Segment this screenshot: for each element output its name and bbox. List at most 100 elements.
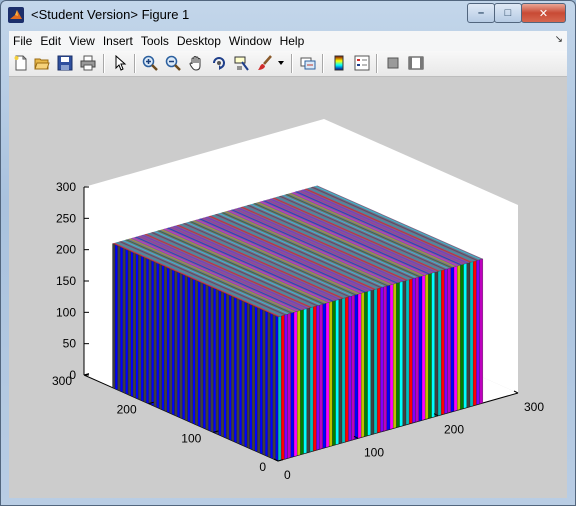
- bar-side: [112, 243, 116, 390]
- bar-front: [357, 293, 362, 439]
- bar-side: [202, 283, 206, 430]
- minimize-button[interactable]: –: [467, 3, 495, 23]
- bar-side: [135, 253, 139, 400]
- bar-front: [297, 310, 301, 456]
- bar-side: [218, 290, 222, 437]
- bar-side: [241, 300, 245, 447]
- menu-view[interactable]: View: [65, 34, 99, 48]
- menu-help[interactable]: Help: [276, 34, 309, 48]
- bar-side: [140, 255, 144, 402]
- legend-icon[interactable]: [353, 54, 371, 72]
- bar-side: [228, 294, 232, 441]
- toolbar-separator: [322, 54, 324, 73]
- bar-side: [187, 276, 191, 423]
- zoom-out-icon[interactable]: [164, 54, 182, 72]
- bar-front: [437, 270, 442, 416]
- x-tick-label: 0: [284, 468, 291, 482]
- bar-front: [341, 297, 346, 444]
- bar-front: [479, 258, 483, 405]
- bar-front: [370, 289, 375, 435]
- maximize-button[interactable]: □: [494, 3, 522, 23]
- menu-insert[interactable]: Insert: [99, 34, 137, 48]
- bar-front: [287, 313, 291, 459]
- bar-front: [418, 275, 423, 422]
- bar-side: [148, 259, 152, 406]
- bar-front: [415, 276, 419, 423]
- window-title: <Student Version> Figure 1: [31, 7, 190, 22]
- figure-toolbar: [9, 51, 567, 77]
- bar-front: [293, 311, 298, 457]
- zoom-in-icon[interactable]: [141, 54, 159, 72]
- bar-front: [377, 287, 381, 434]
- bar-side: [145, 258, 149, 404]
- bar-side: [174, 270, 178, 417]
- rotate-3d-icon[interactable]: [210, 54, 228, 72]
- bar-front: [332, 300, 336, 446]
- z-tick-label: 100: [56, 305, 76, 319]
- bar-front: [351, 294, 355, 441]
- bar-front: [335, 299, 339, 445]
- data-cursor-icon[interactable]: [233, 54, 251, 72]
- title-bar[interactable]: <Student Version> Figure 1 – □ ✕: [1, 1, 575, 29]
- menu-edit[interactable]: Edit: [36, 34, 65, 48]
- pan-hand-icon[interactable]: [187, 54, 205, 72]
- open-file-icon[interactable]: [33, 54, 51, 72]
- bar-front: [284, 313, 288, 460]
- bar-side: [138, 254, 142, 401]
- new-figure-icon[interactable]: [12, 54, 30, 72]
- bar-side: [130, 251, 134, 398]
- z-tick-label: 200: [56, 243, 76, 257]
- brush-icon[interactable]: [256, 54, 274, 72]
- toolbar-separator: [134, 54, 136, 73]
- y-tick-label: 100: [181, 431, 201, 445]
- bar-front: [405, 279, 410, 425]
- maximize-icon: □: [504, 7, 512, 19]
- toolbar-separator: [291, 54, 293, 73]
- y-tick-label: 0: [259, 460, 266, 474]
- axes-3d[interactable]: 05010015020025030001002003000100200300: [9, 77, 567, 498]
- bar-side: [236, 298, 240, 445]
- menu-file[interactable]: File: [9, 34, 36, 48]
- bar-front: [399, 281, 403, 427]
- menu-tools[interactable]: Tools: [137, 34, 173, 48]
- bar-front: [463, 263, 467, 409]
- bar-side: [171, 269, 175, 416]
- bar-side: [189, 277, 193, 424]
- bar-side: [272, 314, 276, 461]
- menu-window[interactable]: Window: [225, 34, 276, 48]
- hide-plot-tools-icon[interactable]: [384, 54, 402, 72]
- bar-front: [329, 301, 333, 447]
- bar-side: [143, 256, 147, 403]
- bar-front: [313, 305, 317, 452]
- bar-front: [386, 284, 391, 431]
- bar-side: [184, 275, 188, 422]
- bar-front: [453, 265, 458, 412]
- edit-plot-arrow-icon[interactable]: [111, 54, 129, 72]
- brush-dropdown-icon[interactable]: [276, 54, 286, 72]
- link-plot-icon[interactable]: [299, 54, 317, 72]
- bar-front: [364, 291, 368, 437]
- bar-front: [303, 308, 307, 454]
- bar-side: [239, 299, 242, 446]
- y-tick-label: 200: [117, 403, 137, 417]
- bar-side: [195, 279, 198, 426]
- figure-canvas[interactable]: 0 50 100 150 200 250 300 0 100 200 300 0 100 200 300: [9, 77, 567, 498]
- menu-desktop[interactable]: Desktop: [173, 34, 225, 48]
- menu-dock-arrow-icon[interactable]: ↘: [555, 34, 563, 45]
- bar-side: [262, 309, 266, 456]
- bar-side: [182, 274, 186, 420]
- close-button[interactable]: ✕: [521, 3, 566, 23]
- show-plot-tools-icon[interactable]: [407, 54, 425, 72]
- bar-front: [434, 271, 439, 417]
- bar-front: [383, 285, 387, 432]
- bar-side: [267, 312, 271, 458]
- print-icon[interactable]: [79, 54, 97, 72]
- bar-side: [114, 244, 118, 391]
- colorbar-icon[interactable]: [330, 54, 348, 72]
- bar-side: [125, 248, 129, 395]
- bar-front: [409, 278, 413, 424]
- z-tick-label: 300: [56, 180, 76, 194]
- save-icon[interactable]: [56, 54, 74, 72]
- z-tick-label: 50: [63, 337, 77, 351]
- bar-side: [251, 305, 255, 451]
